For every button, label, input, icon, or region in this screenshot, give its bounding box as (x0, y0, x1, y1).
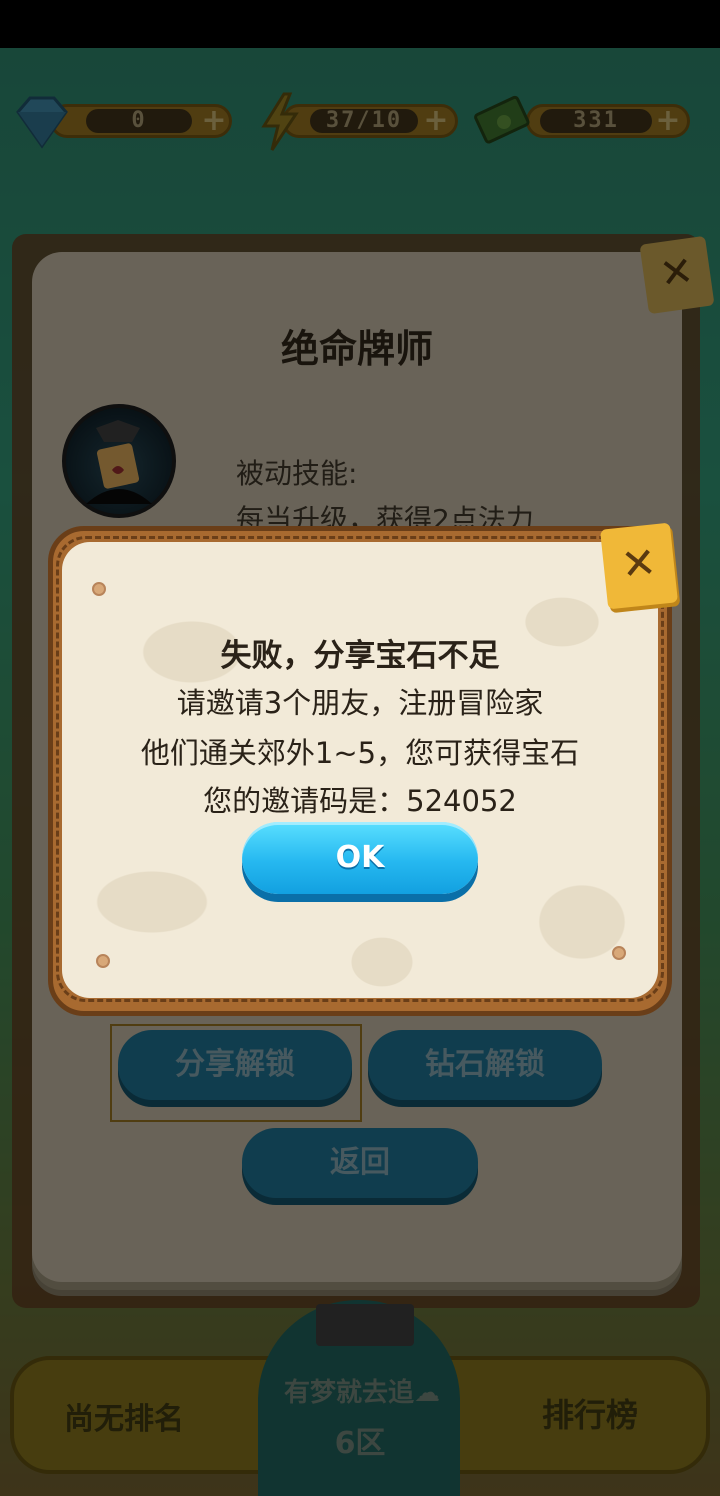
dialog-line-3: 您的邀请码是：524052 (203, 784, 517, 818)
pin-icon (96, 954, 110, 968)
dialog-title: 失败，分享宝石不足 (220, 638, 500, 674)
close-icon: ✕ (618, 537, 659, 590)
dialog-line-2: 他们通关郊外1~5，您可获得宝石 (140, 736, 580, 770)
dialog-close-button[interactable]: ✕ (600, 522, 678, 610)
status-bar (0, 0, 720, 48)
pin-icon (612, 946, 626, 960)
pin-icon (92, 582, 106, 596)
dialog-line-1: 请邀请3个朋友，注册冒险家 (176, 686, 544, 720)
ok-button[interactable]: OK (242, 822, 478, 894)
